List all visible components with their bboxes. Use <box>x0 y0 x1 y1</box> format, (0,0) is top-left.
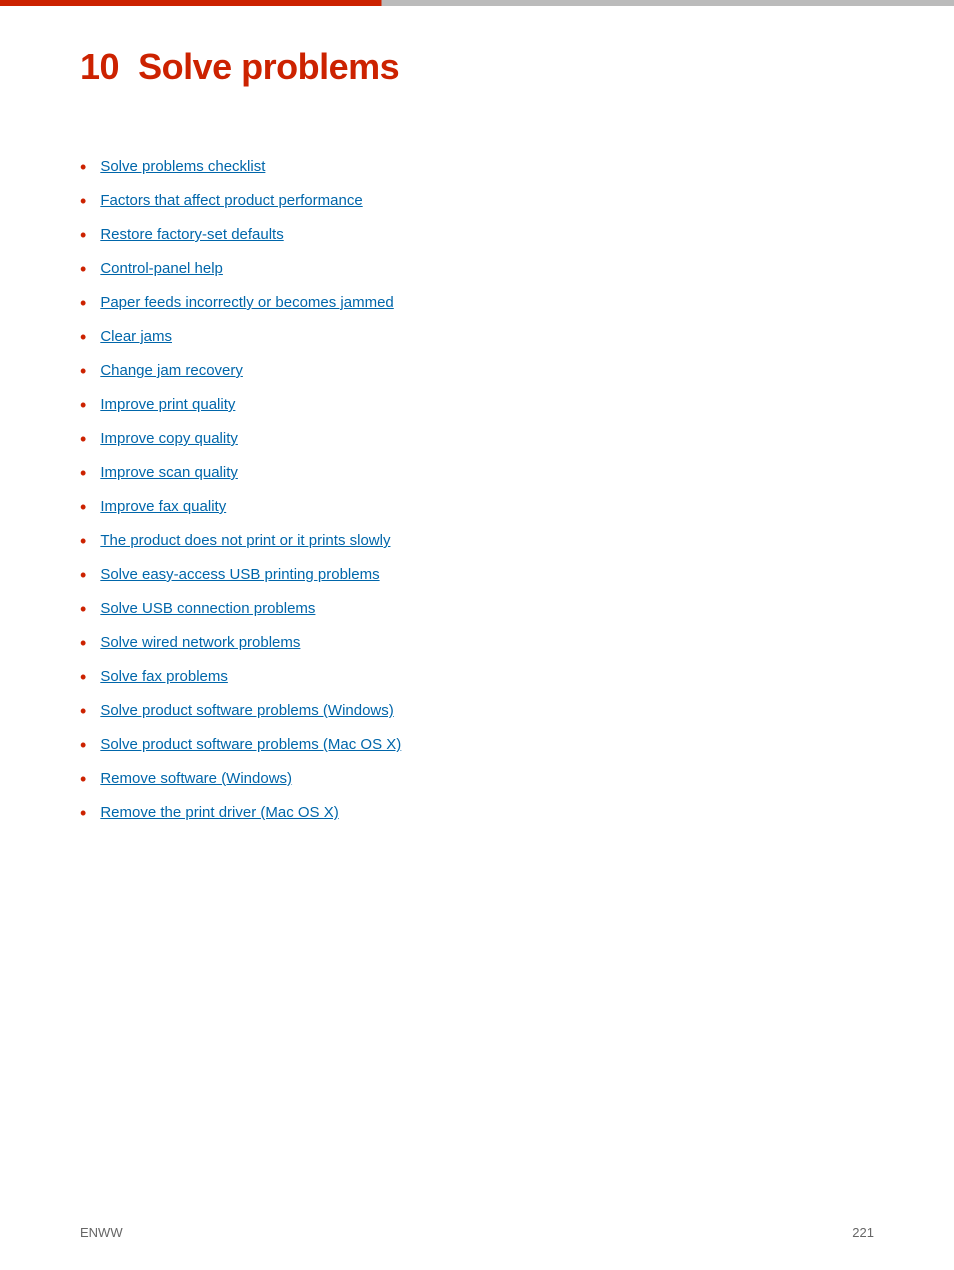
toc-link-improve-print-quality[interactable]: Improve print quality <box>100 396 235 413</box>
chapter-title-text: Solve problems <box>138 46 399 87</box>
footer-right: 221 <box>852 1225 874 1240</box>
toc-link-solve-software-mac[interactable]: Solve product software problems (Mac OS … <box>100 736 401 753</box>
chapter-number: 10 <box>80 46 119 87</box>
toc-link-factors-performance[interactable]: Factors that affect product performance <box>100 192 362 209</box>
list-item: • Solve fax problems <box>80 668 874 688</box>
toc-link-remove-driver-mac[interactable]: Remove the print driver (Mac OS X) <box>100 804 338 821</box>
list-item: • Control-panel help <box>80 260 874 280</box>
bullet-icon: • <box>80 803 86 824</box>
toc-link-solve-usb-connection[interactable]: Solve USB connection problems <box>100 600 315 617</box>
list-item: • Paper feeds incorrectly or becomes jamm… <box>80 294 874 314</box>
bullet-icon: • <box>80 701 86 722</box>
bullet-icon: • <box>80 565 86 586</box>
list-item: • Clear jams <box>80 328 874 348</box>
toc-link-restore-defaults[interactable]: Restore factory-set defaults <box>100 226 283 243</box>
list-item: • Factors that affect product performance <box>80 192 874 212</box>
page-footer: ENWW 221 <box>80 1225 874 1240</box>
chapter-header: 10 Solve problems <box>80 46 874 98</box>
list-item: • Improve print quality <box>80 396 874 416</box>
toc-link-solve-wired-network[interactable]: Solve wired network problems <box>100 634 300 651</box>
toc-list: • Solve problems checklist • Factors that a… <box>80 158 874 824</box>
list-item: • Solve easy-access USB printing problems <box>80 566 874 586</box>
list-item: • Solve product software problems (Mac OS… <box>80 736 874 756</box>
bullet-icon: • <box>80 293 86 314</box>
bullet-icon: • <box>80 225 86 246</box>
toc-link-improve-fax-quality[interactable]: Improve fax quality <box>100 498 226 515</box>
bullet-icon: • <box>80 361 86 382</box>
list-item: • Improve copy quality <box>80 430 874 450</box>
bullet-icon: • <box>80 769 86 790</box>
list-item: • Solve wired network problems <box>80 634 874 654</box>
toc-link-remove-software-windows[interactable]: Remove software (Windows) <box>100 770 292 787</box>
list-item: • Solve problems checklist <box>80 158 874 178</box>
toc-link-product-not-print[interactable]: The product does not print or it prints … <box>100 532 390 549</box>
bullet-icon: • <box>80 599 86 620</box>
toc-link-solve-fax-problems[interactable]: Solve fax problems <box>100 668 228 685</box>
list-item: • Restore factory-set defaults <box>80 226 874 246</box>
list-item: • The product does not print or it prints… <box>80 532 874 552</box>
bullet-icon: • <box>80 735 86 756</box>
bullet-icon: • <box>80 667 86 688</box>
toc-link-control-panel-help[interactable]: Control-panel help <box>100 260 223 277</box>
toc-link-improve-copy-quality[interactable]: Improve copy quality <box>100 430 238 447</box>
toc-link-solve-usb-printing[interactable]: Solve easy-access USB printing problems <box>100 566 379 583</box>
bullet-icon: • <box>80 395 86 416</box>
list-item: • Solve product software problems (Window… <box>80 702 874 722</box>
bullet-icon: • <box>80 633 86 654</box>
toc-link-improve-scan-quality[interactable]: Improve scan quality <box>100 464 238 481</box>
bullet-icon: • <box>80 327 86 348</box>
footer-left: ENWW <box>80 1225 123 1240</box>
toc-link-solve-software-windows[interactable]: Solve product software problems (Windows… <box>100 702 393 719</box>
bullet-icon: • <box>80 463 86 484</box>
toc-link-solve-problems-checklist[interactable]: Solve problems checklist <box>100 158 265 175</box>
list-item: • Improve fax quality <box>80 498 874 518</box>
list-item: • Improve scan quality <box>80 464 874 484</box>
toc-link-paper-feeds[interactable]: Paper feeds incorrectly or becomes jamme… <box>100 294 393 311</box>
toc-link-change-jam-recovery[interactable]: Change jam recovery <box>100 362 243 379</box>
bullet-icon: • <box>80 259 86 280</box>
list-item: • Change jam recovery <box>80 362 874 382</box>
chapter-title: 10 Solve problems <box>80 46 874 88</box>
bullet-icon: • <box>80 191 86 212</box>
list-item: • Remove the print driver (Mac OS X) <box>80 804 874 824</box>
bullet-icon: • <box>80 429 86 450</box>
toc-link-clear-jams[interactable]: Clear jams <box>100 328 172 345</box>
list-item: • Solve USB connection problems <box>80 600 874 620</box>
bullet-icon: • <box>80 497 86 518</box>
bullet-icon: • <box>80 531 86 552</box>
bullet-icon: • <box>80 157 86 178</box>
list-item: • Remove software (Windows) <box>80 770 874 790</box>
